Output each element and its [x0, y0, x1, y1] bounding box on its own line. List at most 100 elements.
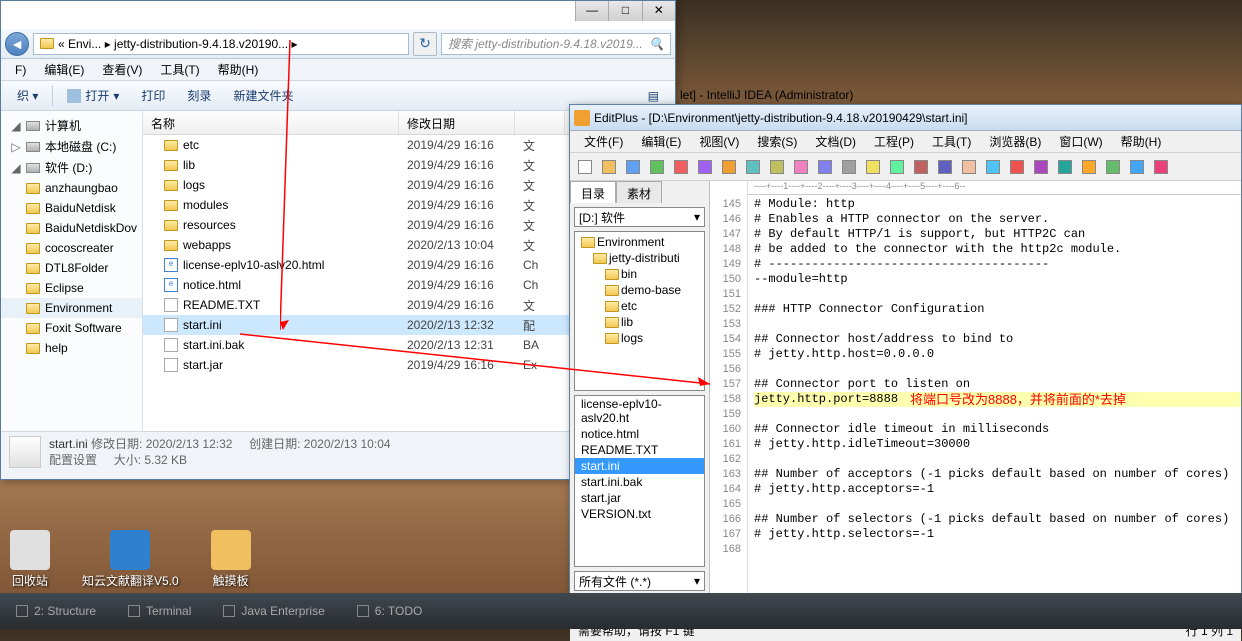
- toolbar-button[interactable]: [574, 156, 596, 178]
- tab-directory[interactable]: 目录: [570, 181, 616, 203]
- code-area[interactable]: # Module: http# Enables a HTTP connector…: [748, 181, 1241, 595]
- refresh-button[interactable]: ↻: [413, 32, 437, 56]
- toolbar-button[interactable]: [742, 156, 764, 178]
- toolbar-button[interactable]: [694, 156, 716, 178]
- toolbar-button[interactable]: [862, 156, 884, 178]
- status-cdate: 创建日期: 2020/2/13 10:04: [249, 437, 390, 451]
- sidebar-files[interactable]: license-eplv10-aslv20.htnotice.htmlREADM…: [574, 395, 705, 567]
- menu-item[interactable]: 工具(T): [924, 131, 979, 152]
- menu-item[interactable]: 工具(T): [152, 59, 207, 80]
- side-tree-item[interactable]: logs: [577, 330, 702, 346]
- side-file[interactable]: start.ini.bak: [575, 474, 704, 490]
- menu-item[interactable]: F): [7, 61, 34, 79]
- statusbar-item[interactable]: Java Enterprise: [215, 600, 332, 622]
- side-file[interactable]: VERSION.txt: [575, 506, 704, 522]
- desktop-icon[interactable]: 回收站: [10, 530, 50, 589]
- toolbar-button[interactable]: [1054, 156, 1076, 178]
- statusbar-item[interactable]: 2: Structure: [8, 600, 104, 622]
- toolbar-button[interactable]: [790, 156, 812, 178]
- new-folder-button[interactable]: 新建文件夹: [223, 83, 303, 108]
- back-button[interactable]: ◄: [5, 32, 29, 56]
- file-filter[interactable]: 所有文件 (*.*)▾: [574, 571, 705, 591]
- toolbar-button[interactable]: [1126, 156, 1148, 178]
- tree-item[interactable]: Environment: [1, 298, 142, 318]
- side-file[interactable]: notice.html: [575, 426, 704, 442]
- tree-item[interactable]: ▷本地磁盘 (C:): [1, 136, 142, 157]
- toolbar-button[interactable]: [814, 156, 836, 178]
- menu-item[interactable]: 帮助(H): [210, 59, 267, 80]
- toolbar-button[interactable]: [886, 156, 908, 178]
- tree-item[interactable]: Eclipse: [1, 278, 142, 298]
- menu-item[interactable]: 工程(P): [866, 131, 922, 152]
- toolbar-button[interactable]: [718, 156, 740, 178]
- toolbar-button[interactable]: [982, 156, 1004, 178]
- side-file[interactable]: start.ini: [575, 458, 704, 474]
- col-name[interactable]: 名称: [143, 111, 399, 134]
- menu-item[interactable]: 窗口(W): [1051, 131, 1110, 152]
- toolbar-button[interactable]: [838, 156, 860, 178]
- menu-item[interactable]: 查看(V): [94, 59, 150, 80]
- drive-select[interactable]: [D:] 软件▾: [574, 207, 705, 227]
- menu-item[interactable]: 搜索(S): [749, 131, 805, 152]
- toolbar-button[interactable]: [1102, 156, 1124, 178]
- side-file[interactable]: start.jar: [575, 490, 704, 506]
- side-tree-item[interactable]: Environment: [577, 234, 702, 250]
- ruler: ----+----1----+----2----+----3----+----4…: [748, 181, 1241, 195]
- toolbar-button[interactable]: [1078, 156, 1100, 178]
- close-button[interactable]: ✕: [642, 1, 675, 21]
- tree-item[interactable]: DTL8Folder: [1, 258, 142, 278]
- statusbar-item[interactable]: 6: TODO: [349, 600, 431, 622]
- tree-item[interactable]: BaiduNetdisk: [1, 198, 142, 218]
- menu-item[interactable]: 浏览器(B): [981, 131, 1049, 152]
- toolbar-button[interactable]: [1030, 156, 1052, 178]
- tree-item[interactable]: BaiduNetdiskDov: [1, 218, 142, 238]
- toolbar-button[interactable]: [646, 156, 668, 178]
- menu-item[interactable]: 编辑(E): [633, 131, 689, 152]
- menu-item[interactable]: 文件(F): [576, 131, 631, 152]
- desktop-icon[interactable]: 知云文献翻译V5.0: [82, 530, 179, 589]
- code-editor[interactable]: ----+----1----+----2----+----3----+----4…: [710, 181, 1241, 595]
- toolbar-button[interactable]: [670, 156, 692, 178]
- tree-item[interactable]: Foxit Software: [1, 318, 142, 338]
- side-tree-item[interactable]: demo-base: [577, 282, 702, 298]
- side-tree-item[interactable]: bin: [577, 266, 702, 282]
- menu-item[interactable]: 编辑(E): [36, 59, 92, 80]
- minimize-button[interactable]: —: [575, 1, 608, 21]
- toolbar-button[interactable]: [958, 156, 980, 178]
- side-file[interactable]: license-eplv10-aslv20.ht: [575, 396, 704, 426]
- sidebar-tree[interactable]: Environmentjetty-distributibindemo-basee…: [574, 231, 705, 391]
- menu-item[interactable]: 视图(V): [691, 131, 747, 152]
- statusbar-item[interactable]: Terminal: [120, 600, 199, 622]
- tab-cliptext[interactable]: 素材: [616, 181, 662, 203]
- col-type[interactable]: [515, 111, 565, 134]
- col-date[interactable]: 修改日期: [399, 111, 515, 134]
- print-button[interactable]: 打印: [131, 83, 175, 108]
- search-input[interactable]: 搜索 jetty-distribution-9.4.18.v2019... 🔍: [441, 33, 671, 55]
- tree-panel[interactable]: ◢计算机▷本地磁盘 (C:)◢软件 (D:)anzhaungbaoBaiduNe…: [1, 111, 143, 431]
- desktop-icon[interactable]: 触摸板: [211, 530, 251, 589]
- organize-button[interactable]: 织 ▾: [7, 83, 48, 108]
- tree-item[interactable]: ◢软件 (D:): [1, 157, 142, 178]
- toolbar-button[interactable]: [1006, 156, 1028, 178]
- tree-item[interactable]: anzhaungbao: [1, 178, 142, 198]
- editplus-titlebar[interactable]: EditPlus - [D:\Environment\jetty-distrib…: [570, 105, 1241, 131]
- toolbar-button[interactable]: [934, 156, 956, 178]
- address-input[interactable]: « Envi... ▸ jetty-distribution-9.4.18.v2…: [33, 33, 409, 55]
- side-tree-item[interactable]: etc: [577, 298, 702, 314]
- maximize-button[interactable]: □: [608, 1, 641, 21]
- open-button[interactable]: 打开 ▾: [57, 83, 129, 108]
- side-file[interactable]: README.TXT: [575, 442, 704, 458]
- side-tree-item[interactable]: lib: [577, 314, 702, 330]
- menu-item[interactable]: 文档(D): [807, 131, 864, 152]
- toolbar-button[interactable]: [598, 156, 620, 178]
- toolbar-button[interactable]: [910, 156, 932, 178]
- tree-item[interactable]: help: [1, 338, 142, 358]
- side-tree-item[interactable]: jetty-distributi: [577, 250, 702, 266]
- toolbar-button[interactable]: [622, 156, 644, 178]
- burn-button[interactable]: 刻录: [177, 83, 221, 108]
- toolbar-button[interactable]: [766, 156, 788, 178]
- menu-item[interactable]: 帮助(H): [1113, 131, 1170, 152]
- tree-item[interactable]: cocoscreater: [1, 238, 142, 258]
- toolbar-button[interactable]: [1150, 156, 1172, 178]
- tree-item[interactable]: ◢计算机: [1, 115, 142, 136]
